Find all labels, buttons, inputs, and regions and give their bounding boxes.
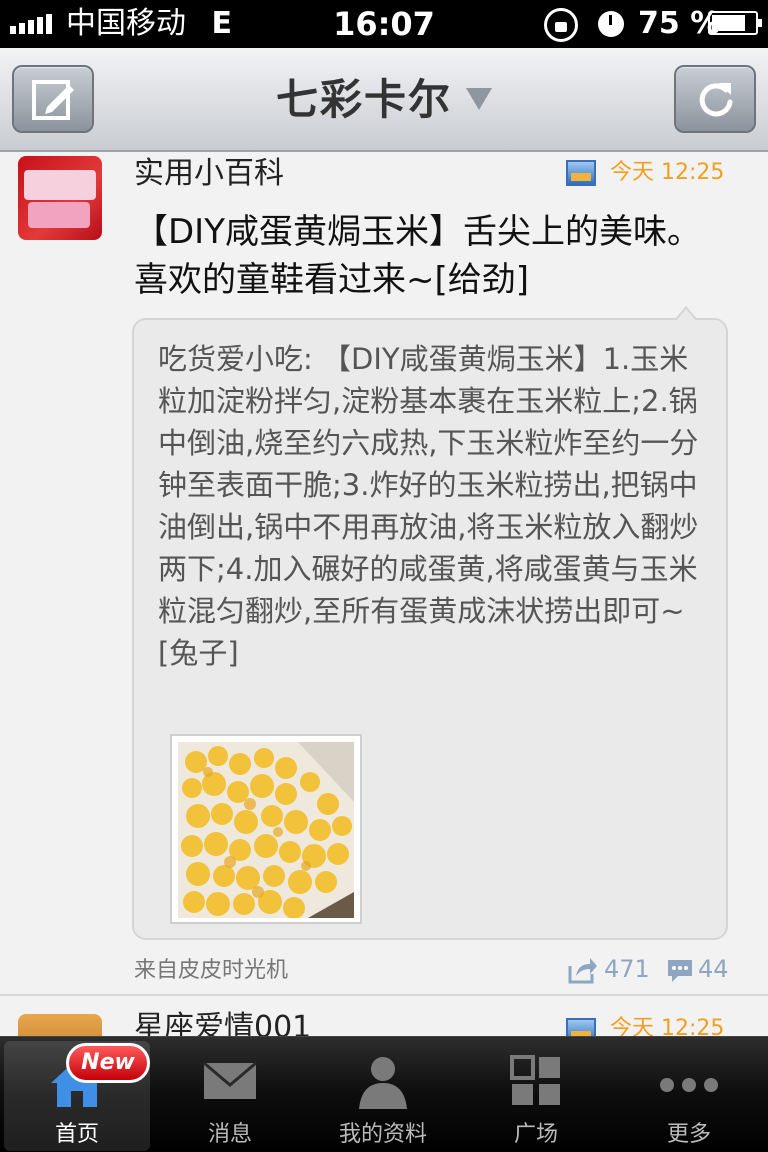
refresh-button[interactable] (674, 65, 756, 133)
comment-count[interactable]: 44 (698, 954, 729, 984)
repost-text: 吃货爱小吃: 【DIY咸蛋黄焗玉米】1.玉米粒加淀粉拌匀,淀粉基本裹在玉米粒上;… (158, 342, 699, 670)
tab-bar: New 首页 消息 我的资料 广场 更多 (0, 1036, 768, 1152)
tab-square[interactable]: 广场 (463, 1041, 609, 1151)
post-source: 来自皮皮时光机 (134, 958, 289, 983)
post-image-thumbnail[interactable] (170, 734, 362, 924)
post-text: 【DIY咸蛋黄焗玉米】舌尖上的美味。喜欢的童鞋看过来~[给劲] (134, 212, 701, 300)
tab-profile[interactable]: 我的资料 (310, 1041, 456, 1151)
battery-icon (708, 11, 762, 35)
refresh-icon (699, 83, 733, 117)
page-title: 七彩卡尔 (275, 75, 452, 124)
tab-label: 更多 (666, 1122, 711, 1147)
corn-photo (178, 742, 354, 918)
tab-label: 我的资料 (338, 1122, 427, 1147)
tab-more[interactable]: 更多 (616, 1041, 762, 1151)
repost-icon[interactable] (568, 956, 598, 984)
post-username[interactable]: 星座爱情001 (134, 1008, 311, 1036)
chevron-down-icon (466, 88, 492, 110)
post-divider (0, 994, 768, 996)
tab-home[interactable]: New 首页 (4, 1041, 150, 1151)
post-timestamp: 今天 12:25 (610, 1016, 725, 1036)
alarm-icon (598, 11, 624, 37)
mail-icon (203, 1061, 257, 1099)
repost-count[interactable]: 471 (604, 954, 650, 984)
reposted-content[interactable]: 吃货爱小吃: 【DIY咸蛋黄焗玉米】1.玉米粒加淀粉拌匀,淀粉基本裹在玉米粒上;… (132, 306, 728, 940)
square-icon (510, 1055, 560, 1105)
post-timestamp: 今天 12:25 (610, 160, 725, 185)
navigation-bar: 七彩卡尔 (0, 48, 768, 152)
timeline-feed[interactable]: 实用小百科 今天 12:25 【DIY咸蛋黄焗玉米】舌尖上的美味。喜欢的童鞋看过… (0, 152, 768, 1036)
comment-icon[interactable] (666, 958, 694, 984)
status-bar: 中国移动 E 16:07 75 % (0, 0, 768, 48)
post-username[interactable]: 实用小百科 (134, 154, 284, 194)
more-icon (660, 1078, 718, 1092)
account-switcher[interactable]: 七彩卡尔 (0, 72, 768, 128)
tab-label: 消息 (207, 1122, 252, 1147)
profile-icon (359, 1057, 407, 1109)
tab-label: 广场 (513, 1122, 558, 1147)
image-attachment-icon (566, 160, 596, 186)
rotation-lock-icon (544, 8, 578, 42)
avatar[interactable] (18, 156, 102, 240)
image-attachment-icon (566, 1018, 596, 1036)
tab-messages[interactable]: 消息 (157, 1041, 303, 1151)
new-badge: New (66, 1043, 150, 1083)
avatar[interactable] (18, 1014, 102, 1036)
tab-label: 首页 (54, 1122, 99, 1147)
